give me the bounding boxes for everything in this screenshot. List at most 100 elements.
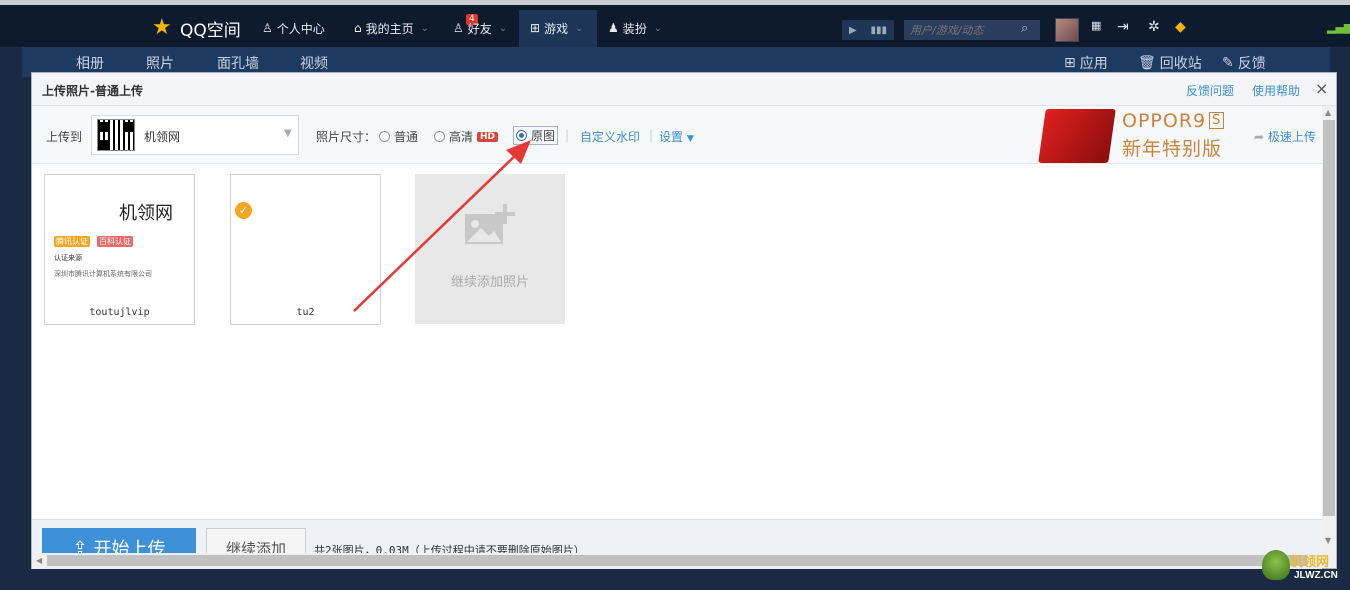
logout-icon[interactable]: ⇥: [1117, 19, 1129, 35]
edit-icon: ✎: [1222, 55, 1234, 71]
album-select[interactable]: 机领网 ▼: [91, 115, 299, 155]
photo-filename: tu2: [296, 307, 315, 318]
verified-check-icon: ✓: [235, 202, 252, 219]
close-icon[interactable]: ×: [1315, 79, 1328, 98]
trash-icon: 🗑: [1138, 55, 1156, 71]
settings-link[interactable]: 设置 ▼: [659, 128, 694, 145]
nav-my-homepage-label: 我的主页: [365, 21, 414, 36]
chevron-down-icon: ▼: [284, 128, 292, 139]
add-image-icon: [465, 204, 515, 244]
upload-photo-dialog: 上传照片-普通上传 反馈问题 使用帮助 × 上传到 机领网 ▼ 照片尺寸： 普通…: [31, 72, 1337, 569]
user-icon: ♙: [262, 21, 273, 35]
subnav-feedback[interactable]: ✎ 反馈: [1222, 53, 1266, 73]
top-navigation-bar: ★ QQ空间 ♙ 个人中心 ⌂ 我的主页 ⌄ 4 ♙ 好友 ⌄ ⊞ 游戏 ⌄ ♟…: [0, 0, 1350, 47]
phone-image: [1038, 109, 1116, 163]
subnav-feedback-label: 反馈: [1237, 56, 1266, 72]
radio-button[interactable]: [379, 131, 390, 142]
photo-preview-title: 机领网: [119, 203, 173, 224]
size-option-original-label: 原图: [531, 129, 556, 143]
size-option-original[interactable]: 原图: [513, 126, 559, 145]
radio-button[interactable]: [434, 131, 445, 142]
ad-title: OPPOR9 S: [1122, 110, 1225, 132]
signal-icon: ▂▄▆: [1327, 21, 1350, 34]
grid-icon: ⊞: [530, 21, 541, 35]
settings-link-label: 设置: [659, 130, 684, 144]
nav-my-homepage[interactable]: ⌂ 我的主页 ⌄: [354, 17, 429, 39]
nav-dressup-label: 装扮: [622, 21, 647, 36]
vip-icon[interactable]: ▦: [1091, 19, 1101, 32]
site-watermark: 机领网 JLWZ.CN: [1262, 550, 1348, 586]
chevron-down-icon: ⌄: [498, 22, 508, 34]
scroll-left-icon[interactable]: ◀: [36, 556, 42, 565]
watermark-domain: JLWZ.CN: [1294, 570, 1338, 581]
nav-games[interactable]: ⊞ 游戏 ⌄: [530, 17, 583, 39]
grid-icon: ⊞: [1064, 55, 1076, 71]
nav-personal-center-label: 个人中心: [276, 21, 325, 36]
subnav-face-wall[interactable]: 面孔墙: [217, 53, 259, 73]
report-issue-link[interactable]: 反馈问题: [1186, 82, 1234, 99]
divider: |: [649, 128, 654, 142]
chevron-down-icon: ⌄: [653, 22, 663, 34]
music-player-button[interactable]: ▶ ▮▮▮: [842, 20, 894, 40]
radio-button[interactable]: [516, 130, 527, 141]
scroll-up-icon[interactable]: ▲: [1325, 108, 1331, 117]
subnav-videos[interactable]: 视频: [300, 53, 328, 73]
mascot-logo: [1262, 550, 1290, 580]
ad-title-suffix: S: [1209, 112, 1225, 129]
hd-badge: HD: [477, 131, 499, 142]
share-icon: ➦: [1254, 130, 1265, 144]
size-option-hd-label: 高清: [449, 130, 474, 144]
fast-upload-label: 极速上传: [1267, 130, 1316, 144]
photo-thumbnail[interactable]: 机领网 腾讯认证 百科认证 认证来源 深圳市腾讯计算机系统有限公司 toutuj…: [44, 174, 195, 325]
size-option-normal[interactable]: 普通: [379, 128, 418, 145]
avatar[interactable]: [1055, 18, 1079, 42]
subnav-recycle-bin[interactable]: 🗑 回收站: [1138, 53, 1202, 73]
album-cover-thumbnail: [97, 119, 135, 151]
search-icon[interactable]: ⌕: [1021, 21, 1028, 36]
gear-icon[interactable]: ✲: [1148, 19, 1160, 35]
horizontal-scroll-thumb[interactable]: [47, 555, 1307, 566]
photo-preview-tag: 腾讯认证: [54, 236, 90, 247]
photo-filename: toutujlvip: [89, 307, 150, 318]
search-input[interactable]: [904, 20, 1040, 40]
photo-size-label: 照片尺寸：: [316, 130, 377, 144]
size-option-hd[interactable]: 高清 HD: [434, 128, 499, 145]
equalizer-icon: ▮▮▮: [870, 24, 888, 36]
subnav-apps[interactable]: ⊞ 应用: [1064, 53, 1108, 73]
add-more-photos-tile[interactable]: 继续添加照片: [415, 174, 565, 324]
horizontal-scrollbar[interactable]: ◀: [32, 553, 1322, 568]
subnav-photos[interactable]: 照片: [146, 53, 174, 73]
upload-toolbar: 上传到 机领网 ▼ 照片尺寸： 普通 高清 HD 原图 | 自定义水印 | 设置…: [32, 106, 1322, 164]
photo-preview-tag: 百科认证: [97, 236, 133, 247]
caret-down-icon: ▼: [686, 134, 694, 144]
photo-thumbnail[interactable]: ✓ tu2: [230, 174, 381, 325]
vertical-scroll-thumb[interactable]: [1323, 120, 1335, 516]
subnav-albums[interactable]: 相册: [76, 53, 104, 73]
nav-friends[interactable]: ♙ 好友 ⌄: [453, 17, 507, 39]
nav-dressup[interactable]: ♟ 装扮 ⌄: [608, 17, 662, 39]
subnav-apps-label: 应用: [1079, 56, 1108, 72]
help-link[interactable]: 使用帮助: [1252, 82, 1300, 99]
vertical-scrollbar[interactable]: ▲ ▼: [1322, 106, 1336, 568]
brand-name: QQ空间: [180, 20, 241, 41]
ad-banner[interactable]: OPPOR9 S 新年特别版: [1038, 106, 1240, 163]
scroll-down-icon[interactable]: ▼: [1325, 536, 1331, 545]
custom-watermark-link[interactable]: 自定义水印: [580, 128, 640, 145]
upload-to-label: 上传到: [46, 130, 83, 144]
chevron-down-icon: ⌄: [420, 22, 430, 34]
play-icon: ▶: [848, 24, 857, 36]
album-name: 机领网: [144, 130, 181, 144]
nav-friends-label: 好友: [467, 21, 492, 36]
diamond-icon[interactable]: ◆: [1175, 19, 1186, 35]
nav-personal-center[interactable]: ♙ 个人中心: [262, 17, 325, 39]
ad-subtitle: 新年特别版: [1122, 138, 1223, 160]
star-icon: ★: [152, 15, 172, 40]
fast-upload-link[interactable]: ➦ 极速上传: [1254, 128, 1316, 145]
watermark-brand: 机领网: [1290, 555, 1330, 570]
friends-icon: ♙: [453, 21, 464, 35]
dialog-title: 上传照片-普通上传: [42, 84, 143, 98]
dialog-title-bar: 上传照片-普通上传 反馈问题 使用帮助 ×: [32, 73, 1336, 106]
divider: |: [565, 128, 570, 142]
qzone-logo[interactable]: ★ QQ空间: [152, 14, 241, 42]
size-option-normal-label: 普通: [394, 130, 419, 144]
